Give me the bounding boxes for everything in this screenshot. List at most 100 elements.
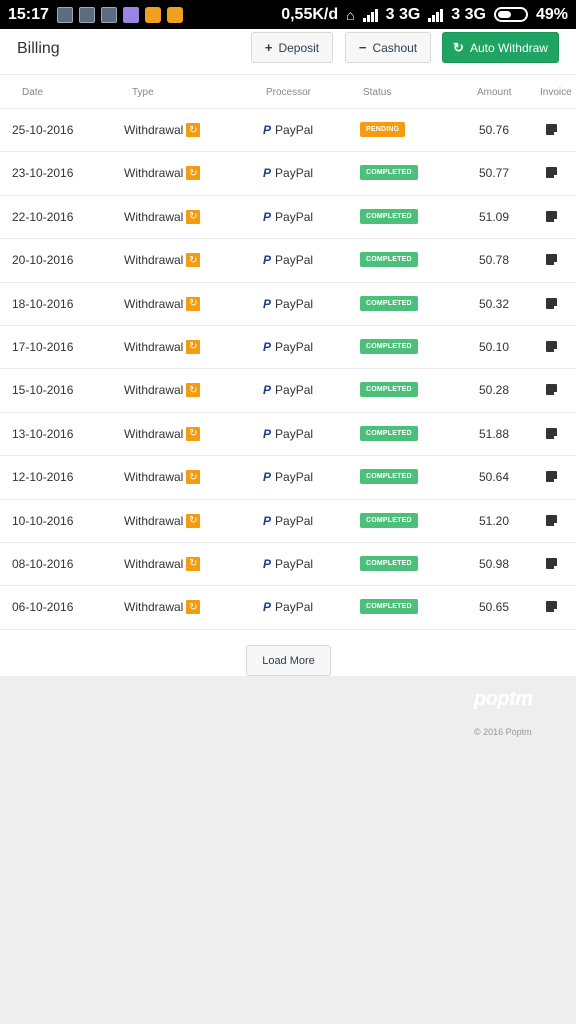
wifi-icon: ⌂ — [346, 6, 355, 23]
deposit-button[interactable]: + Deposit — [251, 32, 333, 63]
row-amount: 50.28 — [479, 383, 510, 398]
signal-icon — [428, 8, 444, 22]
refresh-icon: ↻ — [186, 296, 201, 311]
invoice-icon[interactable] — [546, 601, 557, 613]
refresh-icon: ↻ — [186, 253, 201, 268]
row-type: Withdrawal ↻ — [124, 339, 201, 354]
app-notification-icon — [144, 6, 161, 23]
table-row: 13-10-2016 Withdrawal ↻ P PayPal COMPLETED 51.… — [0, 413, 576, 457]
row-amount: 50.10 — [479, 339, 510, 354]
minus-icon: − — [358, 40, 367, 55]
table-header: Date Type Processor Status Amount Invoic… — [0, 75, 576, 109]
status-badge: COMPLETED — [360, 295, 418, 311]
row-type-label: Withdrawal — [124, 383, 184, 398]
row-date: 13-10-2016 — [12, 426, 74, 441]
row-date: 10-10-2016 — [12, 513, 74, 528]
status-badge: COMPLETED — [360, 382, 418, 398]
row-processor: P PayPal — [263, 427, 313, 441]
table-row: 23-10-2016 Withdrawal ↻ P PayPal COMPLETED 50.… — [0, 152, 576, 196]
paypal-icon: P — [263, 470, 272, 485]
invoice-icon[interactable] — [546, 124, 557, 135]
row-date: 20-10-2016 — [12, 253, 74, 268]
footer-copyright: © 2016 Poptm — [474, 727, 532, 737]
table-row: 22-10-2016 Withdrawal ↻ P PayPal COMPLETED 51.… — [0, 196, 576, 240]
row-processor: P PayPal — [263, 514, 313, 528]
row-type-label: Withdrawal — [124, 296, 184, 311]
row-date: 22-10-2016 — [12, 209, 74, 224]
row-date: 08-10-2016 — [12, 556, 74, 571]
battery-icon — [493, 7, 528, 22]
row-processor-label: PayPal — [275, 166, 314, 181]
row-processor: P PayPal — [263, 253, 313, 267]
table-row: 08-10-2016 Withdrawal ↻ P PayPal COMPLETED 50.… — [0, 543, 576, 587]
table-row: 20-10-2016 Withdrawal ↻ P PayPal COMPLETED 50.… — [0, 239, 576, 283]
load-more-button[interactable]: Load More — [246, 645, 331, 676]
row-type: Withdrawal ↻ — [124, 383, 201, 398]
row-type-label: Withdrawal — [124, 600, 184, 615]
page-title: Billing — [17, 40, 60, 57]
invoice-icon[interactable] — [546, 297, 557, 309]
status-badge: COMPLETED — [360, 555, 418, 571]
refresh-icon: ↻ — [186, 513, 201, 528]
refresh-icon: ↻ — [186, 383, 201, 398]
row-processor-label: PayPal — [275, 339, 314, 354]
cashout-button[interactable]: − Cashout — [345, 32, 431, 63]
auto-withdraw-button[interactable]: ↻ Auto Withdraw — [442, 32, 559, 63]
row-date: 06-10-2016 — [12, 600, 74, 615]
paypal-icon: P — [263, 383, 272, 398]
app-notification-icon — [122, 6, 139, 23]
refresh-icon: ↻ — [186, 339, 201, 354]
signal-icon — [362, 8, 378, 22]
row-processor-label: PayPal — [275, 383, 314, 398]
paypal-icon: P — [263, 123, 272, 137]
invoice-icon[interactable] — [546, 254, 557, 266]
row-processor-label: PayPal — [275, 296, 314, 311]
paypal-icon: P — [263, 209, 272, 224]
invoice-icon[interactable] — [546, 210, 557, 222]
invoice-icon[interactable] — [546, 340, 557, 352]
status-badge: COMPLETED — [360, 469, 418, 485]
invoice-icon[interactable] — [546, 384, 557, 396]
paypal-icon: P — [263, 166, 272, 181]
row-amount: 51.09 — [479, 209, 510, 224]
row-processor: P PayPal — [263, 297, 313, 311]
invoice-icon[interactable] — [546, 167, 557, 179]
row-amount: 51.88 — [479, 426, 510, 441]
invoice-icon[interactable] — [546, 471, 557, 483]
row-type-label: Withdrawal — [124, 166, 184, 181]
row-date: 15-10-2016 — [12, 383, 74, 398]
row-processor-label: PayPal — [275, 470, 314, 485]
invoice-icon[interactable] — [546, 427, 557, 439]
invoice-icon[interactable] — [546, 514, 557, 526]
row-type-label: Withdrawal — [124, 253, 184, 268]
status-time: 15:17 — [8, 5, 49, 23]
row-date: 23-10-2016 — [12, 166, 74, 181]
billing-header: Billing + Deposit − Cashout ↻ Auto Withd… — [0, 29, 576, 75]
refresh-icon: ↻ — [186, 166, 201, 181]
table-row: 06-10-2016 Withdrawal ↻ P PayPal COMPLETED 50.… — [0, 586, 576, 630]
row-processor-label: PayPal — [275, 253, 314, 268]
status-badge: COMPLETED — [360, 599, 418, 615]
row-processor: P PayPal — [263, 470, 313, 484]
row-processor: P PayPal — [263, 123, 313, 137]
table-row: 10-10-2016 Withdrawal ↻ P PayPal COMPLETED 51.… — [0, 500, 576, 543]
auto-withdraw-label: Auto Withdraw — [469, 40, 548, 55]
row-amount: 50.76 — [479, 123, 510, 137]
refresh-icon: ↻ — [186, 556, 201, 571]
header-amount: Amount — [477, 87, 512, 98]
invoice-icon[interactable] — [546, 557, 557, 569]
battery-level: 49% — [535, 5, 568, 23]
cashout-label: Cashout — [372, 40, 418, 55]
row-processor: P PayPal — [263, 166, 313, 180]
row-type: Withdrawal ↻ — [124, 166, 201, 181]
row-date: 12-10-2016 — [12, 470, 74, 485]
row-type: Withdrawal ↻ — [124, 209, 201, 224]
refresh-icon: ↻ — [186, 426, 201, 441]
row-type: Withdrawal ↻ — [124, 296, 201, 311]
row-amount: 50.32 — [479, 296, 510, 311]
header-type: Type — [132, 87, 154, 98]
app-notification-icon — [166, 6, 183, 23]
refresh-icon: ↻ — [186, 600, 201, 615]
row-type-label: Withdrawal — [124, 513, 184, 528]
row-date: 18-10-2016 — [12, 296, 74, 311]
